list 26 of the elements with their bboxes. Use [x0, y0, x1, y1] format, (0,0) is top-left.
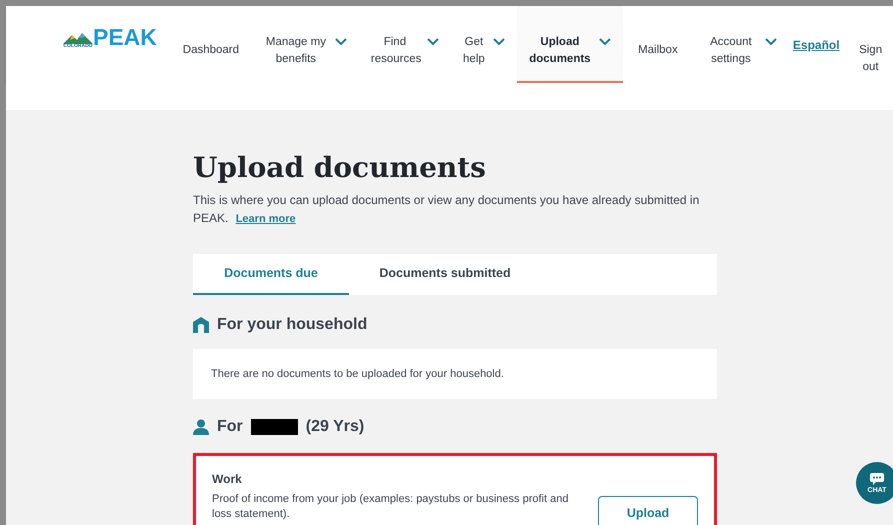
section-heading: For — [217, 417, 243, 437]
logo-text: PEAK — [93, 26, 157, 49]
message-text: There are no documents to be uploaded for your household. — [211, 366, 504, 382]
learn-more-link[interactable]: Learn more — [236, 213, 296, 225]
document-title: Work — [212, 471, 243, 488]
nav-item[interactable]: Sign out — [844, 6, 893, 83]
mountain-icon — [63, 33, 93, 44]
age-text: (29 Yrs) — [306, 417, 364, 437]
chat-bubble-icon — [870, 472, 884, 484]
tab[interactable]: Documents due — [193, 254, 349, 295]
nav-item[interactable]: Get help — [450, 6, 517, 83]
person-icon — [193, 419, 209, 435]
section-heading: For your household — [217, 315, 368, 335]
nav-item[interactable]: Account settings — [692, 6, 789, 83]
nav-item[interactable]: Find resources — [358, 6, 451, 83]
nav-item[interactable]: Upload documents — [516, 6, 623, 83]
nav-item[interactable]: Mailbox — [622, 6, 693, 83]
language-link[interactable]: Español — [788, 36, 844, 54]
house-icon — [193, 317, 209, 333]
upload-button[interactable]: Upload — [598, 496, 698, 525]
document-description: Proof of income from your job (examples: paystubs or business profit and loss statement). — [212, 492, 570, 522]
nav-item[interactable]: Dashboard — [168, 6, 253, 83]
intro-text: This is where you can upload documents or view any documents you have already submitted in PEAK. Learn more — [193, 192, 700, 227]
page-title: Upload documents — [193, 150, 487, 186]
nav-item[interactable]: Manage my benefits — [252, 6, 359, 83]
tab[interactable]: Documents submitted — [349, 254, 541, 295]
